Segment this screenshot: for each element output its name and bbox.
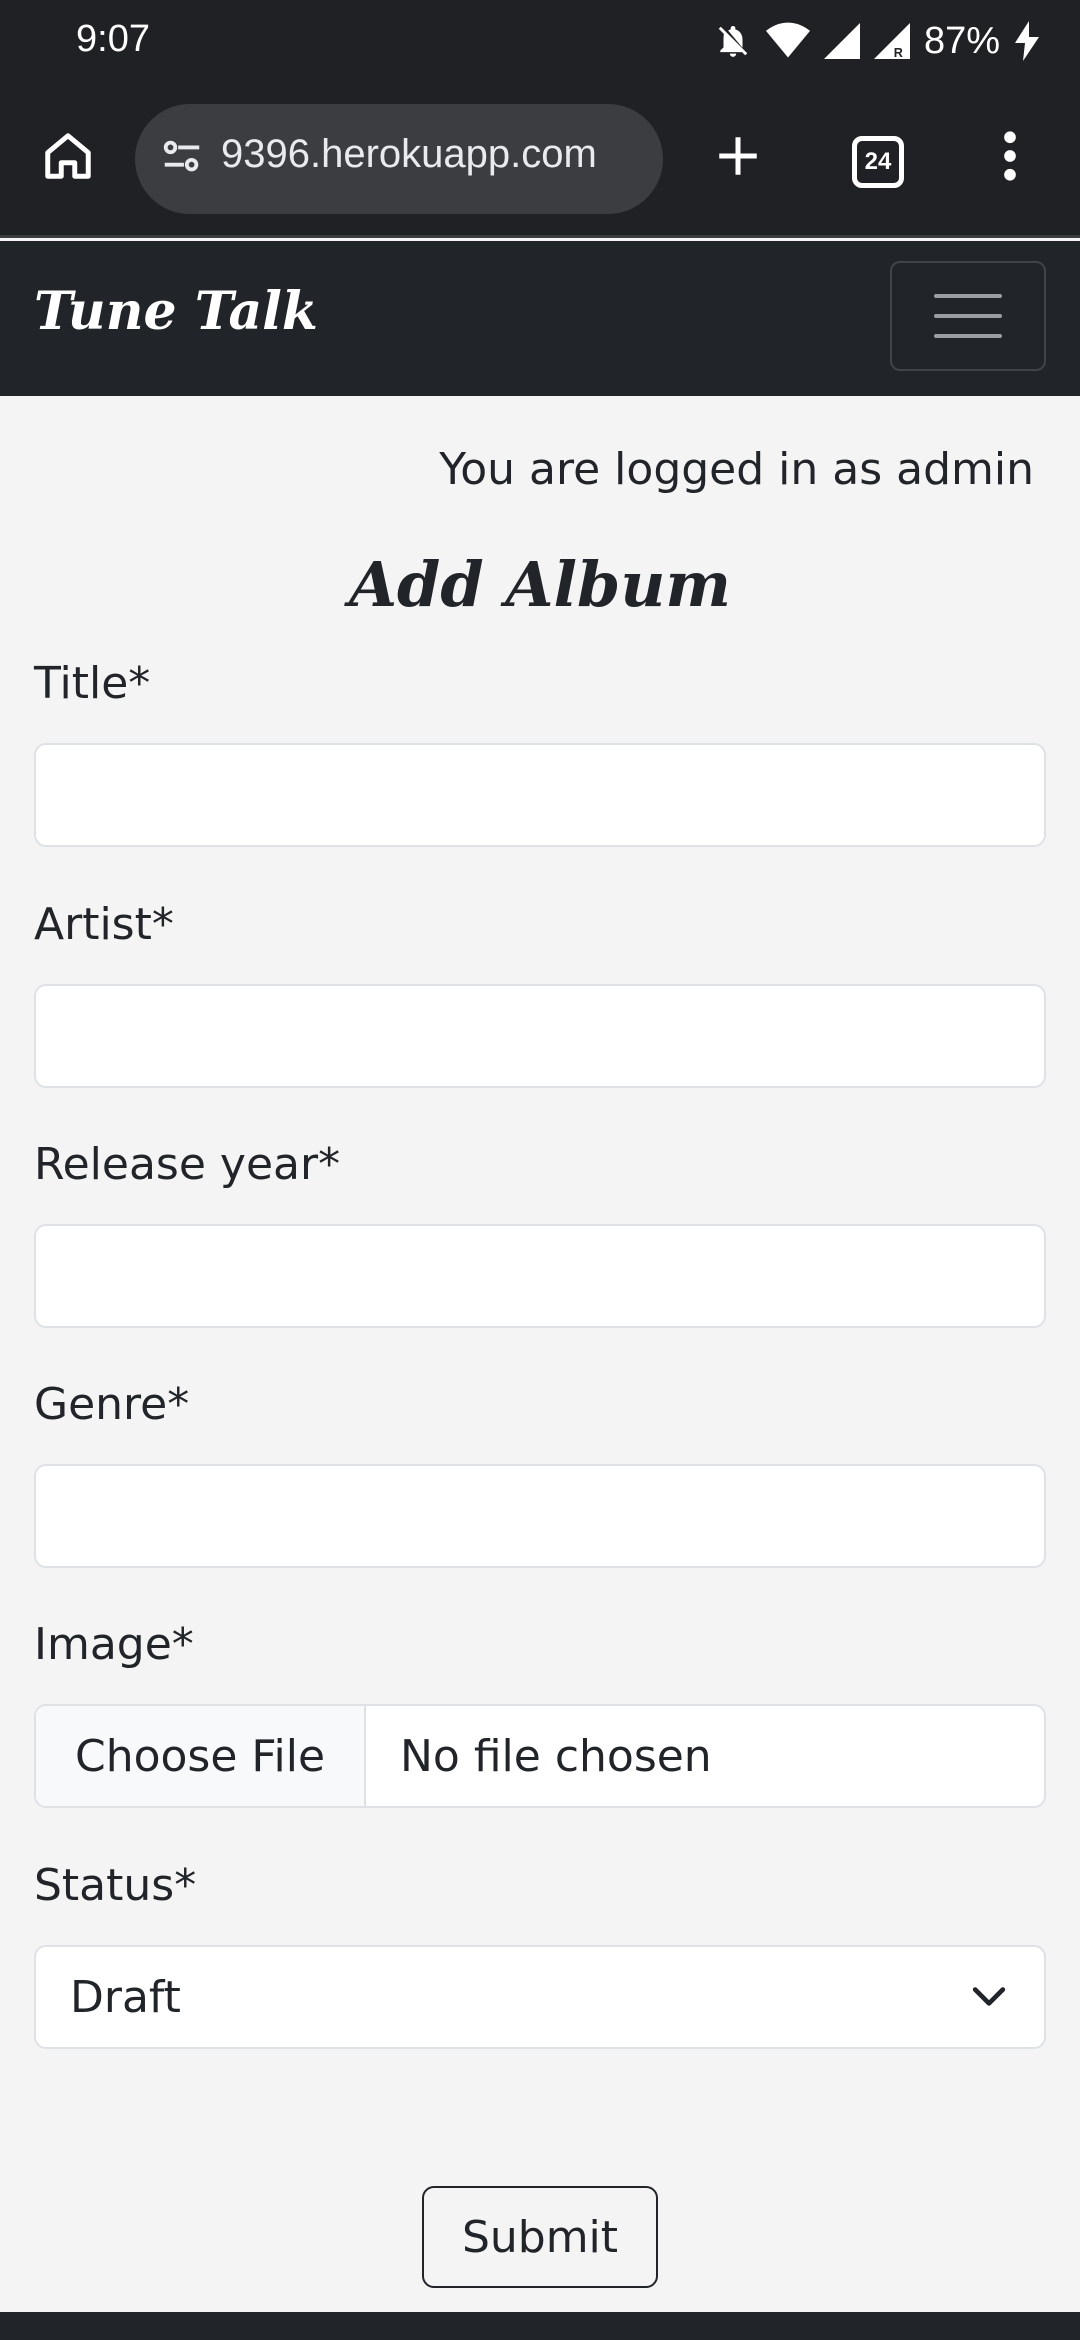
new-tab-button[interactable] <box>700 118 776 194</box>
battery-charging-icon <box>1015 21 1039 61</box>
url-text: 9396.herokuapp.com <box>221 132 597 176</box>
bell-off-icon <box>718 25 748 57</box>
signal-icon <box>823 23 860 59</box>
release-year-label: Release year* <box>34 1139 341 1190</box>
image-file-input[interactable]: Choose File No file chosen <box>34 1704 1046 1808</box>
site-navbar: Tune Talk <box>0 241 1080 396</box>
hamburger-icon-bar <box>934 294 1002 298</box>
artist-label: Artist* <box>34 899 174 950</box>
wifi-icon <box>765 22 810 58</box>
logged-in-status: You are logged in as admin <box>439 444 1034 495</box>
genre-input[interactable] <box>34 1464 1046 1568</box>
status-label: Status* <box>34 1860 197 1911</box>
status-icons: R 87% <box>714 14 1040 68</box>
svg-text:R: R <box>894 46 903 60</box>
status-time: 9:07 <box>76 18 150 60</box>
plus-icon <box>719 137 757 175</box>
navbar-toggler-button[interactable] <box>890 261 1046 371</box>
choose-file-button[interactable]: Choose File <box>36 1706 366 1806</box>
footer <box>0 2312 1080 2340</box>
browser-toolbar: 9396.herokuapp.com 24 <box>0 80 1080 238</box>
page-title: Add Album <box>348 548 732 621</box>
home-icon <box>45 133 91 179</box>
status-selected-value: Draft <box>70 1971 181 2023</box>
submit-button[interactable]: Submit <box>422 2186 658 2288</box>
browser-menu-button[interactable] <box>980 118 1040 194</box>
battery-percent: 87% <box>923 19 1000 62</box>
status-select[interactable]: Draft <box>34 1945 1046 2049</box>
signal-roaming-icon: R <box>873 23 910 60</box>
title-label: Title* <box>34 658 151 709</box>
tab-switcher-button[interactable]: 24 <box>840 124 916 200</box>
status-bar: 9:07 R 87% <box>0 0 1080 80</box>
address-bar[interactable]: 9396.herokuapp.com <box>135 104 663 214</box>
site-settings-icon[interactable] <box>159 134 205 180</box>
genre-label: Genre* <box>34 1379 190 1430</box>
brand-link[interactable]: Tune Talk <box>34 281 318 342</box>
more-vert-icon <box>1004 131 1016 181</box>
release-year-input[interactable] <box>34 1224 1046 1328</box>
title-input[interactable] <box>34 743 1046 847</box>
hamburger-icon-bar <box>934 334 1002 338</box>
hamburger-icon-bar <box>934 314 1002 318</box>
image-label: Image* <box>34 1619 194 1670</box>
home-button[interactable] <box>30 118 106 194</box>
file-status-text: No file chosen <box>400 1730 712 1782</box>
chevron-down-icon <box>972 1987 1006 2006</box>
artist-input[interactable] <box>34 984 1046 1088</box>
tab-count: 24 <box>852 136 904 188</box>
